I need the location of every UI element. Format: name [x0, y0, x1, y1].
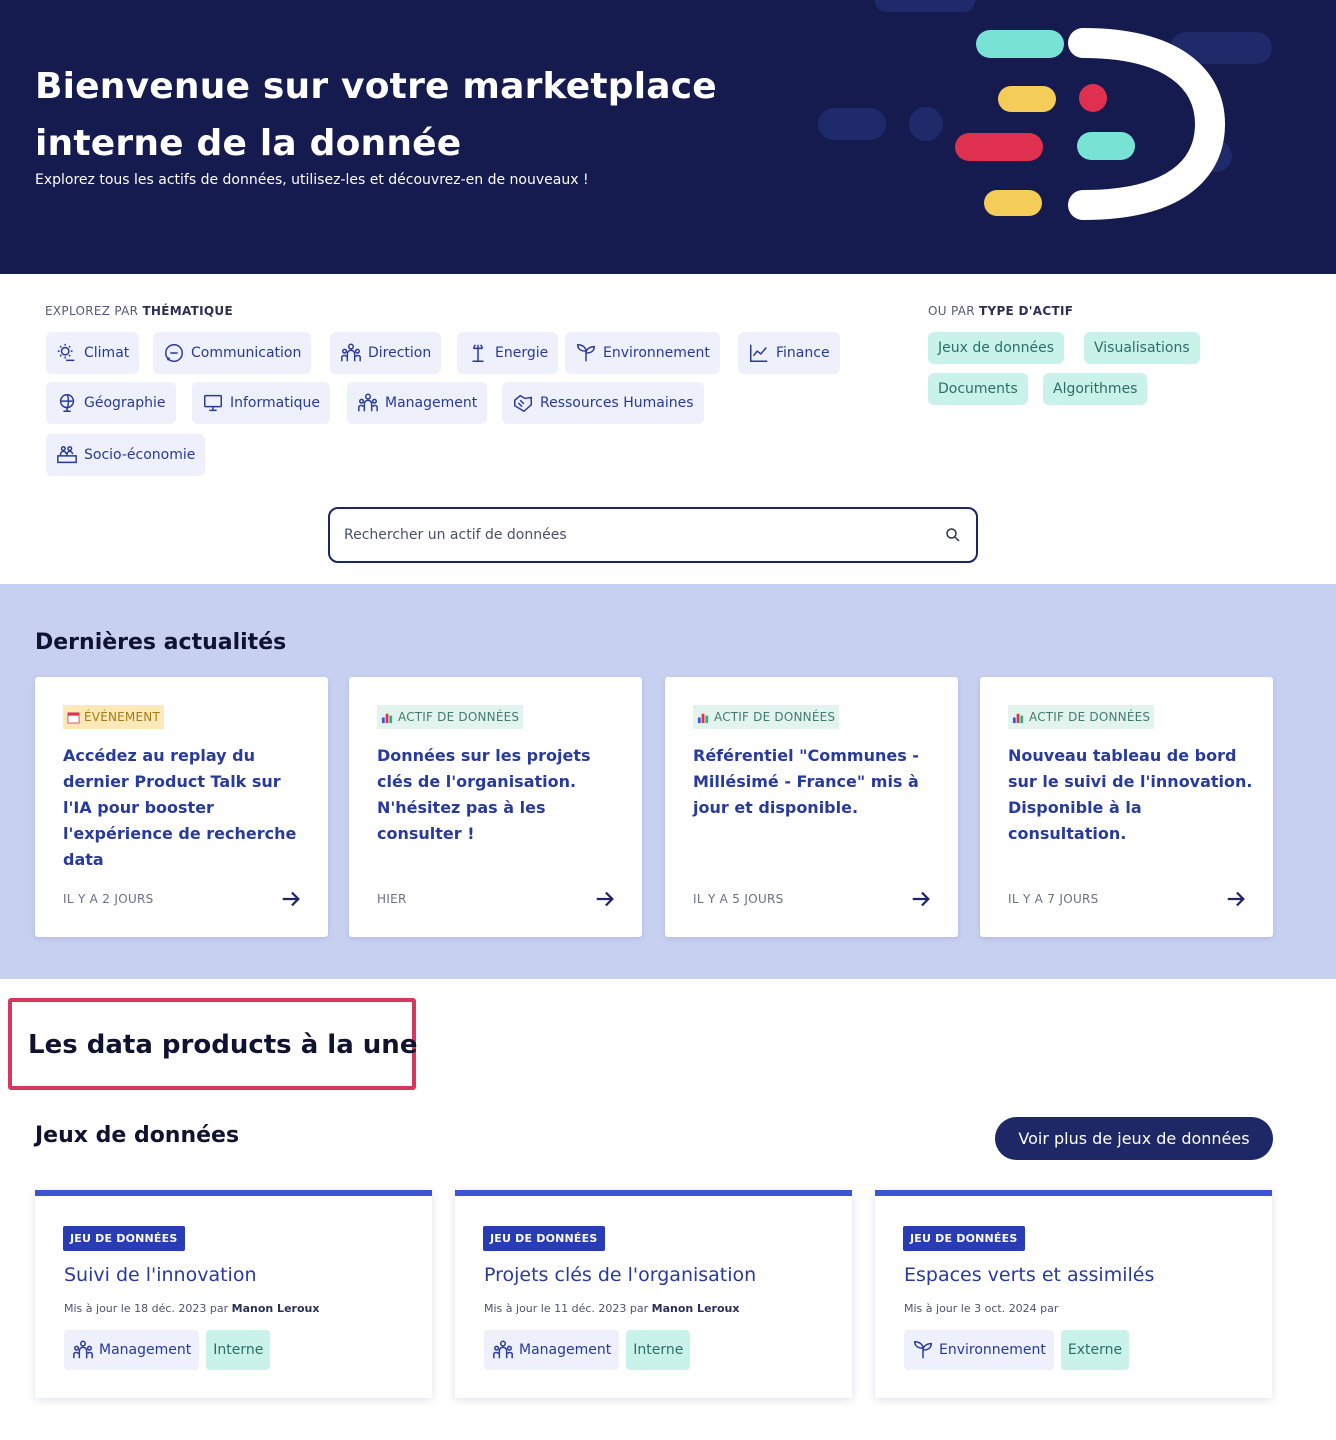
search-input[interactable] [344, 527, 944, 543]
dataset-badge: JEU DE DONNÉES [63, 1226, 185, 1251]
hero-banner: Bienvenue sur votre marketplace interne … [0, 0, 1336, 274]
news-card[interactable]: ACTIF DE DONNÉES Référentiel "Communes -… [665, 677, 958, 937]
news-title: Dernières actualités [35, 630, 287, 655]
news-card[interactable]: ÉVÉNEMENT Accédez au replay du dernier P… [35, 677, 328, 937]
chat-bubble-icon [165, 344, 183, 362]
sprout-icon [914, 1341, 932, 1359]
dataset-access-chip[interactable]: Interne [626, 1330, 691, 1370]
theme-chip-environnement[interactable]: Environnement [565, 332, 720, 374]
dataset-meta: Mis à jour le 18 déc. 2023 par Manon Ler… [64, 1302, 320, 1315]
dataset-card[interactable]: JEU DE DONNÉES Suivi de l'innovation Mis… [35, 1190, 432, 1398]
themes-label: EXPLOREZ PAR THÉMATIQUE [45, 304, 233, 318]
arrow-right-icon[interactable] [280, 888, 302, 910]
dataset-theme-chip[interactable]: Management [484, 1330, 620, 1370]
people-group-icon [493, 1340, 513, 1359]
handshake-icon [514, 394, 532, 413]
news-card[interactable]: ACTIF DE DONNÉES Données sur les projets… [349, 677, 642, 937]
dataset-title[interactable]: Suivi de l'innovation [64, 1264, 257, 1286]
sprout-icon [577, 344, 595, 362]
line-chart-icon [750, 344, 768, 362]
dataset-card[interactable]: JEU DE DONNÉES Espaces verts et assimilé… [875, 1190, 1272, 1398]
featured-title: Les data products à la une [28, 1030, 418, 1060]
asset-type-chip-visualisations[interactable]: Visualisations [1084, 332, 1200, 364]
theme-chip-energie[interactable]: Energie [457, 332, 559, 374]
bar-chart-icon [697, 713, 709, 723]
dataset-theme-chip[interactable]: Environnement [904, 1330, 1054, 1370]
news-date: IL Y A 5 JOURS [693, 892, 784, 906]
arrow-right-icon[interactable] [910, 888, 932, 910]
bar-chart-icon [1012, 713, 1024, 723]
theme-chip-ressources-humaines[interactable]: Ressources Humaines [502, 382, 704, 424]
people-group-icon [73, 1340, 93, 1359]
power-line-icon [472, 344, 484, 362]
news-date: IL Y A 2 JOURS [63, 892, 154, 906]
news-text: Nouveau tableau de bord sur le suivi de … [1008, 746, 1253, 843]
theme-chip-geographie[interactable]: Géographie [46, 382, 176, 424]
asset-types-label: OU PAR TYPE D'ACTIF [928, 304, 1074, 318]
theme-chip-label: Ressources Humaines [540, 395, 694, 411]
theme-chip-label: Management [385, 395, 478, 411]
brand-logo-icon [818, 0, 1272, 220]
theme-chip-management[interactable]: Management [347, 382, 488, 424]
more-datasets-button[interactable]: Voir plus de jeux de données [995, 1117, 1273, 1160]
theme-chip-finance[interactable]: Finance [738, 332, 840, 374]
dataset-card[interactable]: JEU DE DONNÉES Projets clés de l'organis… [455, 1190, 852, 1398]
asset-tag: ACTIF DE DONNÉES [1008, 705, 1155, 729]
news-date: IL Y A 7 JOURS [1008, 892, 1099, 906]
hero-subtitle: Explorez tous les actifs de données, uti… [35, 172, 589, 188]
dataset-access-chip[interactable]: Interne [206, 1330, 271, 1370]
asset-tag: ACTIF DE DONNÉES [693, 705, 840, 729]
theme-chip-direction[interactable]: Direction [330, 332, 442, 374]
theme-chip-label: Communication [191, 345, 302, 361]
arrow-right-icon[interactable] [1225, 888, 1247, 910]
calendar-icon [67, 711, 80, 724]
news-text: Référentiel "Communes - Millésimé - Fran… [693, 746, 919, 817]
hero-title: Bienvenue sur votre marketplace interne … [35, 66, 717, 164]
dataset-meta: Mis à jour le 11 déc. 2023 par Manon Ler… [484, 1302, 740, 1315]
theme-chip-label: Energie [495, 345, 549, 361]
theme-chip-label: Environnement [603, 345, 710, 361]
search-icon[interactable] [944, 526, 962, 544]
theme-chip-label: Direction [368, 345, 432, 361]
people-group-icon [341, 343, 361, 362]
theme-chip-communication[interactable]: Communication [153, 332, 312, 374]
dataset-theme-chip[interactable]: Management [64, 1330, 200, 1370]
theme-chip-label: Finance [776, 345, 830, 361]
people-hand-icon [57, 446, 77, 464]
arrow-right-icon[interactable] [594, 888, 616, 910]
theme-chip-label: Climat [84, 345, 130, 361]
dataset-badge: JEU DE DONNÉES [903, 1226, 1025, 1251]
theme-chip-label: Informatique [230, 395, 320, 411]
asset-tag: ACTIF DE DONNÉES [377, 705, 524, 729]
people-group-icon [358, 393, 378, 412]
datasets-section-title: Jeux de données [35, 1123, 240, 1148]
event-tag: ÉVÉNEMENT [63, 705, 164, 729]
theme-chip-label: Socio-économie [84, 447, 196, 463]
dataset-access-chip[interactable]: Externe [1060, 1330, 1130, 1370]
theme-chip-climat[interactable]: Climat [46, 332, 140, 374]
monitor-icon [204, 394, 222, 412]
bar-chart-icon [381, 713, 393, 723]
dataset-badge: JEU DE DONNÉES [483, 1226, 605, 1251]
news-text: Données sur les projets clés de l'organi… [377, 746, 591, 843]
globe-icon [59, 394, 75, 412]
asset-type-chip-algorithmes[interactable]: Algorithmes [1043, 373, 1148, 405]
news-date: HIER [377, 892, 407, 906]
sun-cloud-icon [57, 343, 75, 362]
dataset-title[interactable]: Espaces verts et assimilés [904, 1264, 1154, 1286]
news-section: Dernières actualités ÉVÉNEMENT Accédez a… [0, 584, 1336, 979]
asset-type-chip-jeux-de-donnees[interactable]: Jeux de données [928, 332, 1065, 364]
theme-chip-informatique[interactable]: Informatique [192, 382, 330, 424]
search-bar [328, 507, 978, 563]
dataset-title[interactable]: Projets clés de l'organisation [484, 1264, 756, 1286]
theme-chip-label: Géographie [84, 395, 166, 411]
asset-type-chip-documents[interactable]: Documents [928, 373, 1028, 405]
theme-chip-socio-economie[interactable]: Socio-économie [46, 434, 206, 476]
dataset-meta: Mis à jour le 3 oct. 2024 par [904, 1302, 1059, 1315]
news-card[interactable]: ACTIF DE DONNÉES Nouveau tableau de bord… [980, 677, 1273, 937]
news-text: Accédez au replay du dernier Product Tal… [63, 746, 297, 869]
